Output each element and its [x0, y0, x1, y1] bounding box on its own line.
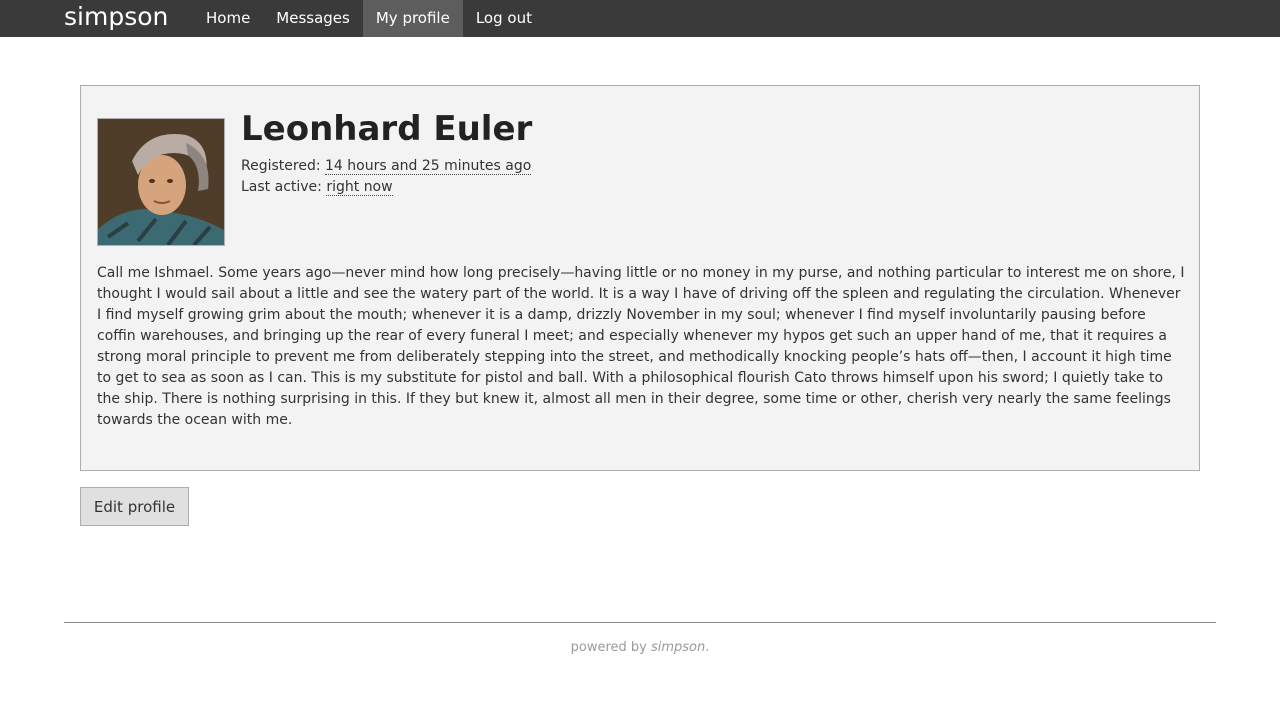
footer-brand-link[interactable]: simpson [651, 640, 705, 655]
profile-name: Leonhard Euler [241, 109, 533, 149]
nav-home[interactable]: Home [193, 0, 263, 37]
profile-bio: Call me Ishmael. Some years ago—never mi… [97, 265, 1185, 428]
avatar [97, 118, 225, 246]
nav-log-out[interactable]: Log out [463, 0, 545, 37]
last-active-value: right now [326, 179, 393, 196]
registered-value: 14 hours and 25 minutes ago [325, 158, 532, 175]
last-active-label: Last active: [241, 179, 322, 195]
brand-logo[interactable]: simpson [64, 2, 168, 32]
footer: powered by simpson. [0, 640, 1280, 655]
edit-profile-button[interactable]: Edit profile [80, 487, 189, 526]
last-active-row: Last active: right now [241, 177, 393, 197]
nav-messages[interactable]: Messages [263, 0, 363, 37]
registered-label: Registered: [241, 158, 321, 174]
portrait-image [98, 119, 224, 245]
registered-row: Registered: 14 hours and 25 minutes ago [241, 156, 532, 176]
footer-divider [64, 622, 1216, 623]
profile-card: Leonhard Euler Registered: 14 hours and … [80, 85, 1200, 471]
top-navbar: simpson Home Messages My profile Log out [0, 0, 1280, 37]
main-nav: Home Messages My profile Log out [193, 0, 545, 37]
footer-suffix: . [705, 640, 710, 655]
nav-my-profile[interactable]: My profile [362, 0, 463, 37]
footer-prefix: powered by [570, 640, 651, 655]
